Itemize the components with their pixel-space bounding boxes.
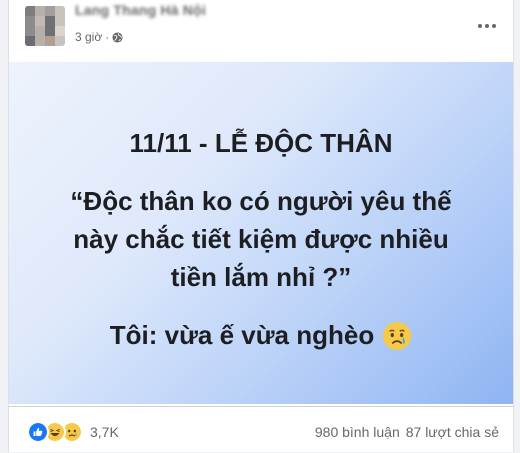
- image-answer: Tôi: vừa ế vừa nghèo: [9, 320, 513, 351]
- post-card: Lang Thang Hà Nội 3 giờ · 11/11 - LỄ ĐỘC…: [8, 0, 514, 452]
- more-dot-icon: [478, 24, 482, 28]
- comment-count-link[interactable]: 980 bình luận: [315, 424, 400, 440]
- image-title: 11/11 - LỄ ĐỘC THÂN: [129, 128, 393, 158]
- reactions-summary[interactable]: 3,7K: [27, 421, 119, 443]
- like-icon: [27, 421, 49, 443]
- more-options-button[interactable]: [471, 16, 503, 36]
- globe-icon: [112, 31, 123, 43]
- reaction-count[interactable]: 3,7K: [90, 424, 119, 440]
- post-header: Lang Thang Hà Nội 3 giờ ·: [9, 0, 513, 58]
- page-avatar[interactable]: [25, 6, 65, 46]
- post-footer: 3,7K 980 bình luận 87 lượt chia sẻ: [9, 406, 513, 453]
- crying-face-icon: [383, 321, 412, 350]
- more-dot-icon: [492, 24, 496, 28]
- answer-text: Tôi: vừa ế vừa nghèo: [109, 320, 375, 350]
- post-meta: 3 giờ ·: [75, 30, 123, 44]
- image-quote: “Độc thân ko có người yêu thế này chắc t…: [39, 182, 483, 296]
- more-dot-icon: [485, 24, 489, 28]
- meta-separator: ·: [105, 30, 110, 44]
- page-name[interactable]: Lang Thang Hà Nội: [75, 2, 206, 18]
- quote-line: này chắc tiết kiệm được nhiều: [73, 224, 449, 254]
- share-count-link[interactable]: 87 lượt chia sẻ: [406, 424, 499, 440]
- engagement-stats: 980 bình luận 87 lượt chia sẻ: [315, 424, 499, 440]
- post-time[interactable]: 3 giờ: [75, 30, 102, 44]
- post-image[interactable]: 11/11 - LỄ ĐỘC THÂN “Độc thân ko có ngườ…: [9, 62, 513, 404]
- quote-line: “Độc thân ko có người yêu thế: [70, 186, 452, 216]
- quote-line: tiền lắm nhỉ ?”: [170, 262, 352, 292]
